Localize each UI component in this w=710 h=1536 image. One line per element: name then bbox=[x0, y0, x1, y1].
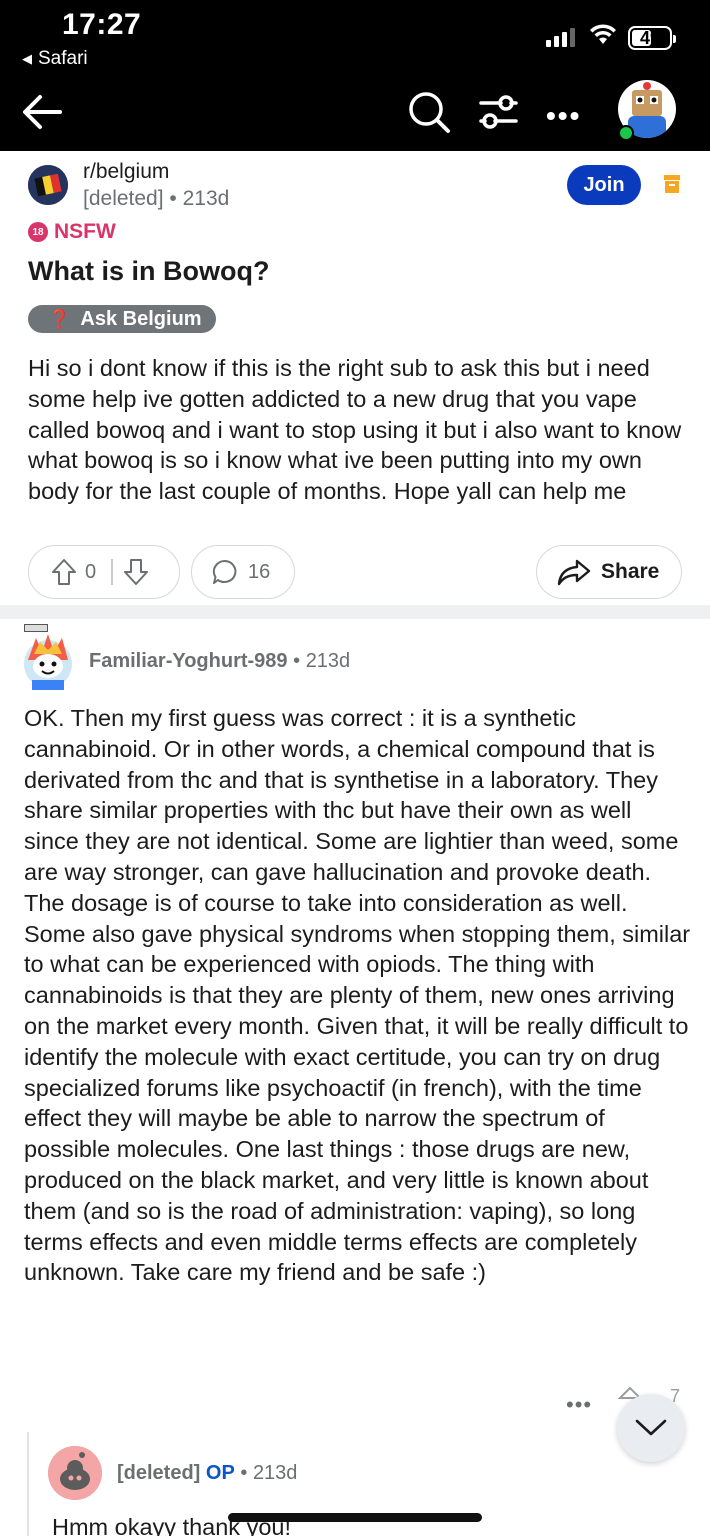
comment-body: OK. Then my first guess was correct : it… bbox=[24, 705, 691, 1286]
section-divider bbox=[0, 605, 710, 619]
status-time: 17:27 bbox=[62, 8, 142, 41]
top-bar: 17:27 ◀ Safari 49 ••• bbox=[0, 0, 710, 151]
archive-icon bbox=[664, 175, 680, 193]
post-flair[interactable]: ❓ Ask Belgium bbox=[28, 305, 216, 333]
back-app-label: Safari bbox=[38, 48, 88, 69]
question-mark-icon: ❓ bbox=[48, 308, 71, 329]
nsfw-tag: 18 NSFW bbox=[28, 220, 116, 244]
online-status-dot bbox=[618, 125, 634, 141]
nsfw-18-icon: 18 bbox=[28, 222, 48, 242]
battery-level: 49 bbox=[639, 27, 661, 48]
comment-count: 16 bbox=[248, 560, 271, 583]
back-to-safari[interactable]: ◀ Safari bbox=[22, 48, 88, 70]
share-button[interactable]: Share bbox=[536, 545, 682, 599]
reply-avatar bbox=[48, 1446, 102, 1500]
chevron-down-icon bbox=[635, 1419, 667, 1436]
home-indicator[interactable] bbox=[228, 1513, 482, 1522]
meta-separator: • bbox=[293, 650, 306, 672]
join-button[interactable]: Join bbox=[567, 165, 641, 205]
vote-score: 0 bbox=[85, 560, 97, 583]
comments-button[interactable]: 16 bbox=[191, 545, 295, 599]
cellular-signal-icon bbox=[546, 28, 575, 47]
post-body: Hi so i dont know if this is the right s… bbox=[28, 355, 682, 505]
back-arrow-icon[interactable] bbox=[20, 92, 64, 132]
back-triangle-icon: ◀ bbox=[22, 51, 32, 66]
nsfw-label: NSFW bbox=[54, 220, 116, 243]
subreddit-icon[interactable] bbox=[28, 165, 68, 205]
wifi-icon bbox=[590, 24, 616, 44]
battery-icon: 49 bbox=[628, 26, 676, 50]
post-meta: [deleted] • 213d bbox=[83, 187, 229, 211]
scroll-down-button[interactable] bbox=[617, 1394, 685, 1462]
reply-meta: [deleted] OP • 213d bbox=[117, 1462, 297, 1485]
vote-control: 0 bbox=[28, 545, 180, 599]
downvote-icon[interactable] bbox=[123, 558, 149, 586]
search-icon[interactable] bbox=[407, 90, 451, 134]
filter-icon[interactable] bbox=[477, 92, 519, 132]
comment-author[interactable]: Familiar-Yoghurt-989 bbox=[89, 650, 288, 672]
comment-age: 213d bbox=[305, 650, 351, 672]
share-arrow-icon bbox=[557, 559, 591, 586]
comment-more-icon[interactable]: ••• bbox=[566, 1392, 592, 1418]
post-title: What is in Bowoq? bbox=[28, 256, 270, 286]
subreddit-name[interactable]: r/belgium bbox=[83, 160, 169, 184]
more-options-icon[interactable]: ••• bbox=[546, 100, 581, 132]
reply-thread-line bbox=[27, 1432, 29, 1536]
meta-separator: • bbox=[240, 1462, 253, 1484]
vote-separator bbox=[111, 559, 113, 585]
post-age: 213d bbox=[182, 187, 230, 210]
op-badge: OP bbox=[205, 1462, 235, 1484]
flair-label: Ask Belgium bbox=[80, 307, 202, 330]
upvote-icon[interactable] bbox=[51, 558, 77, 586]
commenter-avatar[interactable] bbox=[22, 624, 74, 690]
reply-age: 213d bbox=[252, 1462, 298, 1484]
reply-author: [deleted] bbox=[117, 1462, 201, 1484]
comment-meta: Familiar-Yoghurt-989 • 213d bbox=[89, 650, 350, 673]
meta-separator: • bbox=[169, 187, 183, 210]
share-label: Share bbox=[601, 560, 660, 583]
post-author: [deleted] bbox=[83, 187, 164, 210]
comment-bubble-icon bbox=[212, 559, 237, 584]
